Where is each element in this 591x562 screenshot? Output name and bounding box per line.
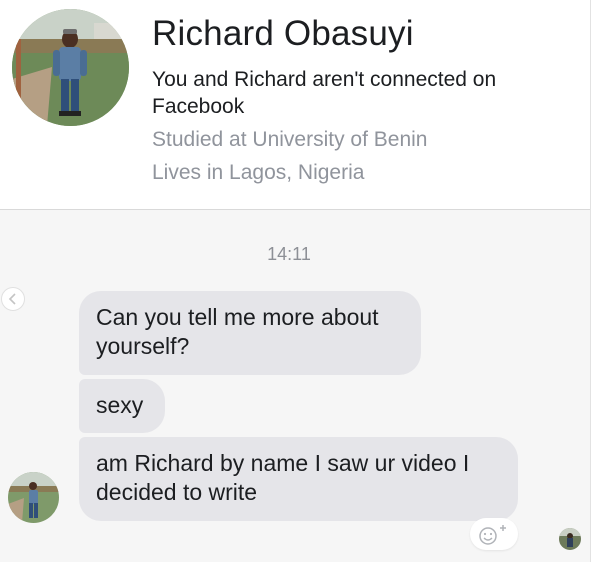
message-bubble[interactable]: am Richard by name I saw ur video I deci… [79,437,518,521]
profile-header: Richard Obasuyi You and Richard aren't c… [0,0,590,210]
profile-avatar[interactable] [12,9,129,126]
message-thread[interactable]: 14:11 Can you tell me more about yoursel… [0,210,590,562]
profile-location: Lives in Lagos, Nigeria [152,161,365,184]
message-bubble[interactable]: sexy [79,379,165,433]
add-reaction-button[interactable] [470,518,518,550]
connection-status: You and Richard aren't connected on Face… [152,68,497,118]
seen-avatar [559,528,581,550]
sender-photo [8,472,59,523]
chevron-left-icon[interactable] [1,287,25,311]
message-timestamp: 14:11 [267,244,311,264]
profile-education: Studied at University of Benin [152,128,428,151]
add-reaction-icon [479,525,506,545]
message-bubble[interactable]: Can you tell me more about yourself? [79,291,421,375]
profile-name[interactable]: Richard Obasuyi [152,14,414,54]
profile-photo [12,9,129,126]
sender-avatar[interactable] [8,472,59,523]
